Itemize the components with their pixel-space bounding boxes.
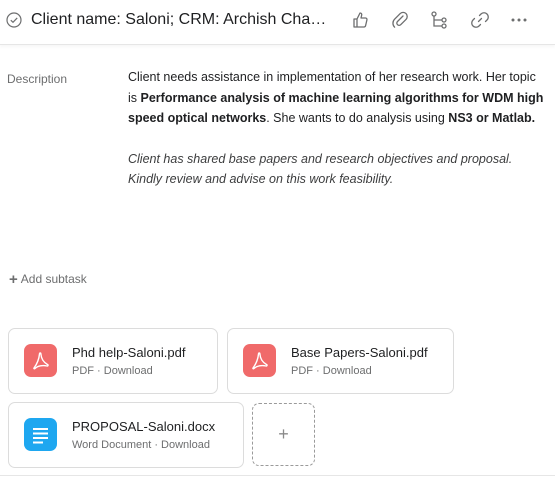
task-title[interactable]: Client name: Saloni; CRM: Archish Chaudh… bbox=[31, 11, 333, 29]
attachment-meta[interactable]: PDF · Download bbox=[72, 365, 153, 377]
description-label: Description bbox=[7, 72, 68, 86]
thumbs-up-icon[interactable] bbox=[349, 9, 371, 31]
task-header: Client name: Saloni; CRM: Archish Chaudh… bbox=[0, 0, 555, 45]
attachment-name: Phd help-Saloni.pdf bbox=[72, 345, 186, 360]
link-icon[interactable] bbox=[469, 9, 491, 31]
paperclip-icon[interactable] bbox=[389, 9, 411, 31]
description-note: Client has shared base papers and resear… bbox=[128, 151, 513, 187]
pdf-icon bbox=[243, 344, 276, 377]
attachment-meta[interactable]: PDF · Download bbox=[291, 365, 372, 377]
check-circle-icon[interactable] bbox=[6, 12, 22, 28]
attachment-name: PROPOSAL-Saloni.docx bbox=[72, 419, 216, 434]
plus-icon: + bbox=[9, 271, 18, 288]
attachment-meta[interactable]: Word Document · Download bbox=[72, 439, 210, 451]
description-editor[interactable]: Client needs assistance in implementatio… bbox=[128, 67, 546, 190]
subtask-icon[interactable] bbox=[428, 9, 450, 31]
description-text: . She wants to do analysis using bbox=[266, 111, 449, 125]
add-subtask-label: Add subtask bbox=[20, 272, 87, 286]
word-doc-icon bbox=[24, 418, 57, 451]
attachment-card[interactable]: PROPOSAL-Saloni.docx Word Document · Dow… bbox=[8, 402, 244, 468]
attachment-name: Base Papers-Saloni.pdf bbox=[291, 345, 428, 360]
attachment-card[interactable]: Base Papers-Saloni.pdf PDF · Download bbox=[227, 328, 454, 394]
attachment-card[interactable]: Phd help-Saloni.pdf PDF · Download bbox=[8, 328, 218, 394]
add-attachment-button[interactable]: + bbox=[252, 403, 315, 466]
pdf-icon bbox=[24, 344, 57, 377]
description-bold-tools: NS3 or Matlab. bbox=[448, 111, 536, 125]
add-subtask-button[interactable]: + Add subtask bbox=[9, 270, 87, 288]
description-paragraph: Client needs assistance in implementatio… bbox=[128, 67, 546, 129]
more-icon[interactable] bbox=[508, 9, 530, 31]
divider bbox=[0, 475, 555, 476]
